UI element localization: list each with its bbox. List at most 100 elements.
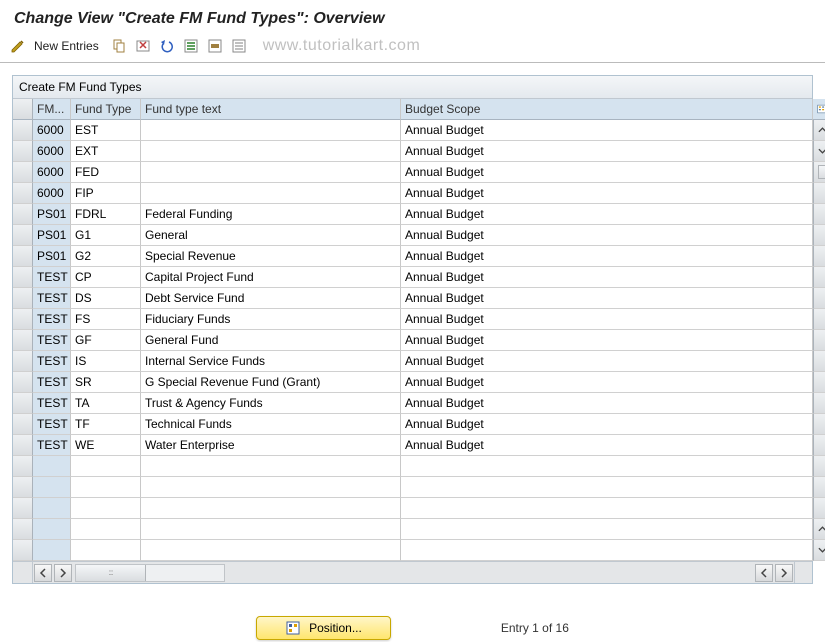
cell-fm[interactable]: TEST	[33, 288, 71, 309]
row-selector[interactable]	[13, 393, 33, 414]
cell-fm[interactable]: TEST	[33, 435, 71, 456]
row-selector[interactable]	[13, 456, 33, 477]
position-button[interactable]: Position...	[256, 616, 391, 640]
cell-budget-scope[interactable]: Annual Budget	[401, 435, 813, 456]
scroll-left-start-icon[interactable]	[34, 564, 52, 582]
cell-fund-type-text[interactable]: Special Revenue	[141, 246, 401, 267]
undo-icon[interactable]	[157, 36, 177, 56]
cell-fm[interactable]: PS01	[33, 246, 71, 267]
cell-fm[interactable]: TEST	[33, 330, 71, 351]
row-selector[interactable]	[13, 183, 33, 204]
cell-fund-type-text[interactable]: Internal Service Funds	[141, 351, 401, 372]
cell-fm[interactable]: PS01	[33, 204, 71, 225]
scroll-down-icon[interactable]	[813, 141, 825, 162]
cell-budget-scope[interactable]: Annual Budget	[401, 288, 813, 309]
cell-budget-scope[interactable]: Annual Budget	[401, 141, 813, 162]
row-selector[interactable]	[13, 288, 33, 309]
cell-budget-scope[interactable]: Annual Budget	[401, 414, 813, 435]
cell-fm[interactable]: TEST	[33, 351, 71, 372]
cell-fund-type-text[interactable]: General Fund	[141, 330, 401, 351]
col-header-fm[interactable]: FM...	[33, 99, 71, 120]
cell-fund-type-text[interactable]: Capital Project Fund	[141, 267, 401, 288]
copy-icon[interactable]	[109, 36, 129, 56]
vscroll-thumb[interactable]	[813, 162, 825, 183]
cell-fund-type[interactable]: FIP	[71, 183, 141, 204]
cell-budget-scope[interactable]: Annual Budget	[401, 120, 813, 141]
cell-budget-scope[interactable]: Annual Budget	[401, 204, 813, 225]
cell-budget-scope[interactable]: Annual Budget	[401, 183, 813, 204]
cell-fund-type-text[interactable]: Technical Funds	[141, 414, 401, 435]
cell-fund-type-text[interactable]	[141, 183, 401, 204]
select-all-icon[interactable]	[181, 36, 201, 56]
delete-icon[interactable]	[133, 36, 153, 56]
cell-fm[interactable]: PS01	[33, 225, 71, 246]
row-selector[interactable]	[13, 498, 33, 519]
cell-fm[interactable]: TEST	[33, 393, 71, 414]
cell-fm[interactable]: TEST	[33, 414, 71, 435]
cell-budget-scope[interactable]: Annual Budget	[401, 309, 813, 330]
cell-fm[interactable]: 6000	[33, 120, 71, 141]
cell-fund-type-text[interactable]: Debt Service Fund	[141, 288, 401, 309]
cell-fund-type[interactable]: G1	[71, 225, 141, 246]
row-selector[interactable]	[13, 351, 33, 372]
deselect-all-icon[interactable]	[229, 36, 249, 56]
cell-fm[interactable]: 6000	[33, 162, 71, 183]
cell-budget-scope[interactable]: Annual Budget	[401, 267, 813, 288]
cell-fund-type[interactable]: SR	[71, 372, 141, 393]
cell-fm[interactable]: 6000	[33, 183, 71, 204]
cell-fund-type[interactable]: FED	[71, 162, 141, 183]
cell-fund-type-text[interactable]: Trust & Agency Funds	[141, 393, 401, 414]
toggle-change-icon[interactable]	[8, 36, 28, 56]
cell-fm[interactable]: TEST	[33, 372, 71, 393]
hscroll-track[interactable]: :::	[75, 564, 225, 582]
cell-fm[interactable]: TEST	[33, 267, 71, 288]
cell-fund-type-text[interactable]	[141, 141, 401, 162]
row-selector[interactable]	[13, 141, 33, 162]
scroll-up-bottom-icon[interactable]	[813, 519, 825, 540]
cell-fund-type[interactable]: EXT	[71, 141, 141, 162]
cell-budget-scope[interactable]: Annual Budget	[401, 351, 813, 372]
cell-fund-type-text[interactable]	[141, 162, 401, 183]
scroll-left-icon[interactable]	[755, 564, 773, 582]
row-selector[interactable]	[13, 477, 33, 498]
row-selector[interactable]	[13, 519, 33, 540]
cell-fm[interactable]: 6000	[33, 141, 71, 162]
cell-fund-type-text[interactable]: General	[141, 225, 401, 246]
cell-budget-scope[interactable]: Annual Budget	[401, 330, 813, 351]
col-header-fund-type[interactable]: Fund Type	[71, 99, 141, 120]
row-selector[interactable]	[13, 540, 33, 561]
row-selector[interactable]	[13, 414, 33, 435]
col-header-fund-type-text[interactable]: Fund type text	[141, 99, 401, 120]
cell-fund-type-text[interactable]: G Special Revenue Fund (Grant)	[141, 372, 401, 393]
row-selector[interactable]	[13, 435, 33, 456]
row-selector[interactable]	[13, 309, 33, 330]
scroll-right-end-icon[interactable]	[775, 564, 793, 582]
cell-fund-type-text[interactable]: Water Enterprise	[141, 435, 401, 456]
cell-fund-type[interactable]: TA	[71, 393, 141, 414]
cell-fund-type[interactable]: FS	[71, 309, 141, 330]
row-selector[interactable]	[13, 267, 33, 288]
cell-fund-type[interactable]: TF	[71, 414, 141, 435]
row-selector[interactable]	[13, 246, 33, 267]
cell-budget-scope[interactable]: Annual Budget	[401, 162, 813, 183]
row-selector[interactable]	[13, 162, 33, 183]
row-selector[interactable]	[13, 225, 33, 246]
cell-budget-scope[interactable]: Annual Budget	[401, 393, 813, 414]
row-selector[interactable]	[13, 372, 33, 393]
col-header-budget-scope[interactable]: Budget Scope	[401, 99, 813, 120]
cell-budget-scope[interactable]: Annual Budget	[401, 225, 813, 246]
new-entries-button[interactable]: New Entries	[34, 39, 99, 53]
hscroll-thumb[interactable]: :::	[76, 565, 146, 581]
cell-fund-type[interactable]: G2	[71, 246, 141, 267]
cell-budget-scope[interactable]: Annual Budget	[401, 246, 813, 267]
cell-fm[interactable]: TEST	[33, 309, 71, 330]
cell-fund-type-text[interactable]	[141, 120, 401, 141]
row-selector[interactable]	[13, 330, 33, 351]
cell-budget-scope[interactable]: Annual Budget	[401, 372, 813, 393]
row-selector[interactable]	[13, 204, 33, 225]
select-block-icon[interactable]	[205, 36, 225, 56]
cell-fund-type[interactable]: EST	[71, 120, 141, 141]
scroll-down-bottom-icon[interactable]	[813, 540, 825, 561]
cell-fund-type[interactable]: GF	[71, 330, 141, 351]
cell-fund-type[interactable]: CP	[71, 267, 141, 288]
